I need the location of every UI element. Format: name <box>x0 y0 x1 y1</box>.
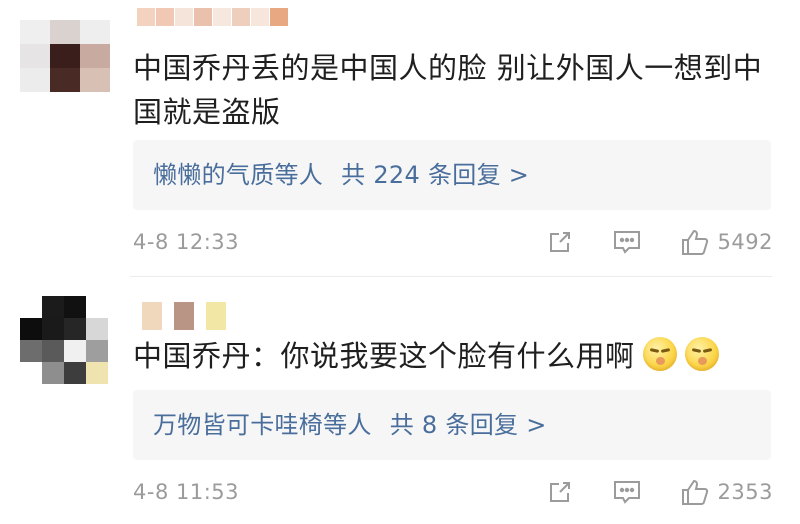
comment-button[interactable] <box>612 478 642 506</box>
like-count: 5492 <box>717 230 773 254</box>
comment-item: 中国乔丹丢的是中国人的脸 别让外国人一想到中国就是盗版 懒懒的气质等人共 224… <box>0 0 800 276</box>
reply-count: 共 224 条回复 > <box>341 161 530 189</box>
comment-icon <box>613 481 640 504</box>
comment-actions: 5492 <box>546 222 773 262</box>
avatar[interactable] <box>20 20 110 92</box>
comment-body: 中国乔丹：你说我要这个脸有什么用啊 <box>133 339 635 373</box>
reply-count: 共 8 条回复 > <box>389 411 547 439</box>
share-button[interactable] <box>546 228 574 256</box>
comment-icon <box>613 231 640 254</box>
reply-names: 万物皆可卡哇椅等人 <box>153 411 372 439</box>
comment-button[interactable] <box>612 228 642 256</box>
comment-time: 4-8 12:33 <box>133 230 239 254</box>
thumbs-up-icon <box>681 479 708 505</box>
shush-face-emoji <box>642 337 677 371</box>
like-button[interactable]: 2353 <box>680 477 773 507</box>
thumbs-up-icon <box>681 229 708 255</box>
share-icon <box>549 232 570 252</box>
shush-face-emoji <box>684 337 719 371</box>
username[interactable] <box>142 302 232 330</box>
share-button[interactable] <box>546 478 574 506</box>
like-count: 2353 <box>717 480 773 504</box>
reply-summary[interactable]: 懒懒的气质等人共 224 条回复 > <box>133 140 771 210</box>
reply-summary[interactable]: 万物皆可卡哇椅等人共 8 条回复 > <box>133 390 771 460</box>
comment-meta: 4-8 12:33 5492 <box>133 222 773 262</box>
avatar[interactable] <box>20 296 110 384</box>
comment-item: 中国乔丹：你说我要这个脸有什么用啊 万物皆可卡哇椅等人共 8 条回复 > 4-8… <box>0 276 800 524</box>
comment-text: 中国乔丹：你说我要这个脸有什么用啊 <box>133 334 773 378</box>
like-button[interactable]: 5492 <box>680 227 773 257</box>
share-icon <box>549 482 570 502</box>
username[interactable] <box>137 8 307 26</box>
comment-meta: 4-8 11:53 2353 <box>133 472 773 512</box>
reply-names: 懒懒的气质等人 <box>153 161 324 189</box>
comment-actions: 2353 <box>546 472 773 512</box>
comment-text: 中国乔丹丢的是中国人的脸 别让外国人一想到中国就是盗版 <box>133 51 763 129</box>
comment-time: 4-8 11:53 <box>133 480 239 504</box>
